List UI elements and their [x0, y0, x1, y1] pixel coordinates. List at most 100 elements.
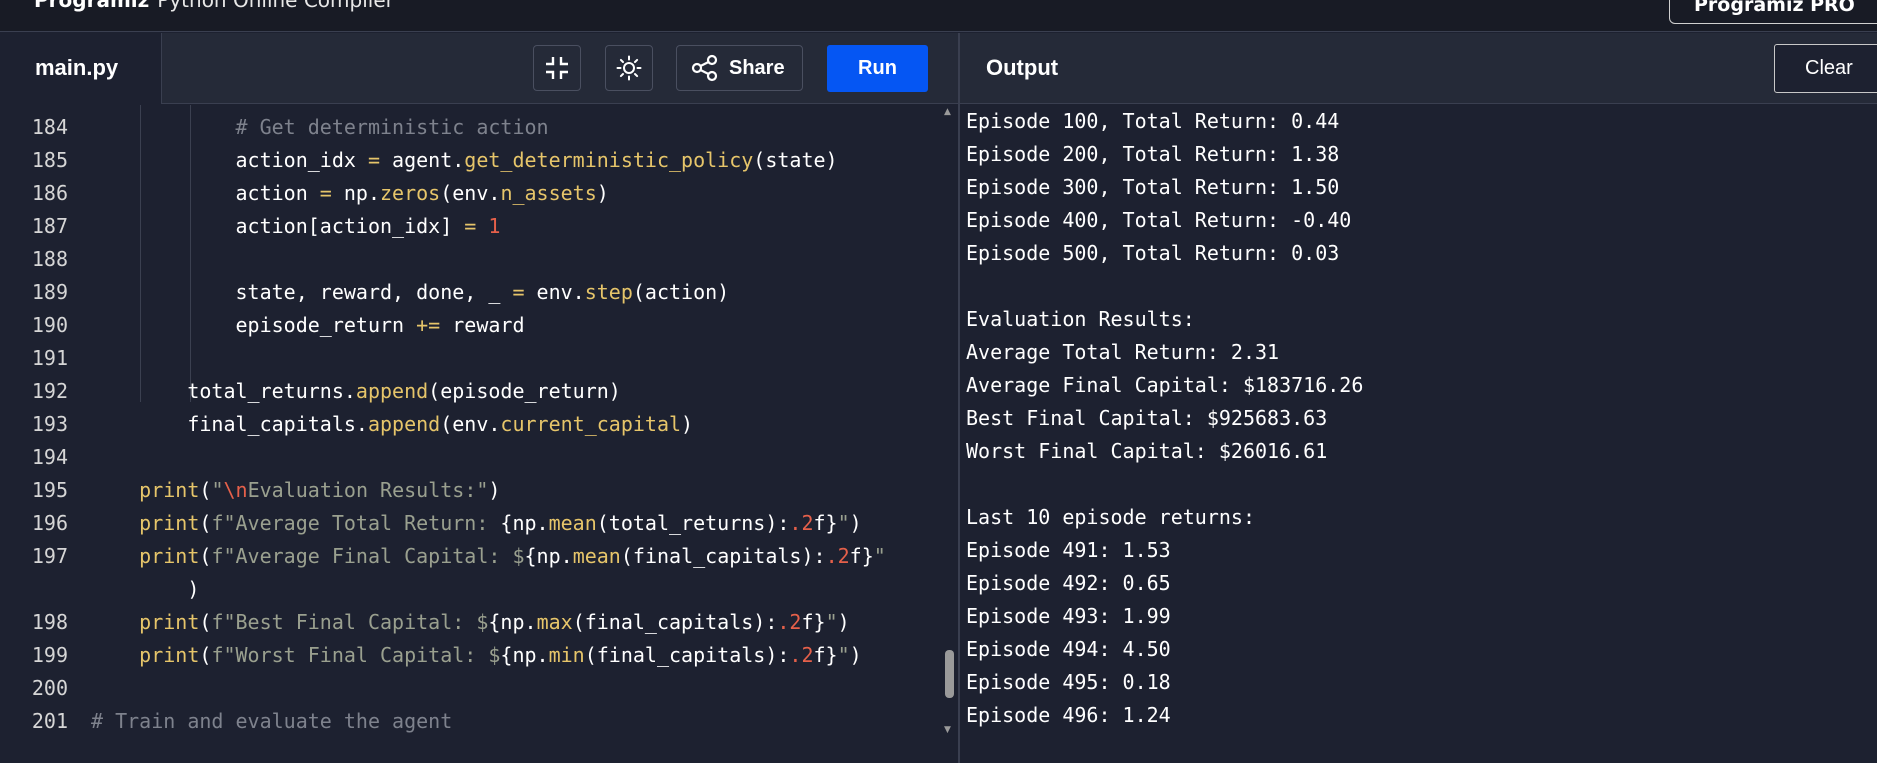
run-button[interactable]: Run — [827, 45, 928, 92]
code-text: action = np.zeros(env.n_assets) — [91, 177, 609, 210]
code-line: 193 final_capitals.append(env.current_ca… — [0, 408, 940, 441]
code-token: print — [139, 544, 200, 568]
code-token: f} — [849, 544, 874, 568]
code-token: ) — [91, 577, 200, 601]
code-token: append — [355, 379, 429, 403]
brand[interactable]: Programiz Python Online Compiler — [34, 0, 394, 12]
code-token: = — [512, 280, 525, 304]
code-token: f"Average Final Capital: $ — [211, 544, 525, 568]
brand-subtitle: Python Online Compiler — [157, 0, 394, 12]
code-token: state, reward, done, _ — [91, 280, 513, 304]
code-token: episode_return — [91, 313, 417, 337]
code-line: 196 print(f"Average Total Return: {np.me… — [0, 507, 940, 540]
line-number: 187 — [31, 214, 68, 238]
output-line: Episode 496: 1.24 — [966, 703, 1171, 727]
code-token: ( — [199, 610, 212, 634]
code-text: print(f"Worst Final Capital: ${np.min(fi… — [91, 639, 862, 672]
code-token: ) — [837, 610, 850, 634]
output-line: Episode 491: 1.53 — [966, 538, 1171, 562]
code-line: 186 action = np.zeros(env.n_assets) — [0, 177, 940, 210]
line-number: 200 — [31, 676, 68, 700]
code-token: {np. — [500, 511, 549, 535]
code-token: action_idx — [91, 148, 368, 172]
line-number: 197 — [31, 544, 68, 568]
code-token: (final_capitals): — [584, 643, 790, 667]
line-number: 195 — [31, 478, 68, 502]
line-number: 191 — [31, 346, 68, 370]
line-number: 199 — [31, 643, 68, 667]
code-token: np. — [331, 181, 380, 205]
exit-fullscreen-button[interactable] — [533, 45, 581, 91]
share-button[interactable]: Share — [676, 45, 803, 91]
code-token: mean — [548, 511, 597, 535]
theme-toggle-button[interactable] — [605, 45, 653, 91]
code-text: total_returns.append(episode_return) — [91, 375, 620, 408]
code-token: = — [367, 148, 380, 172]
code-token: ) — [849, 643, 862, 667]
editor-header: main.py Share Run — [0, 33, 958, 104]
code-token: max — [536, 610, 573, 634]
file-tab-main-py[interactable]: main.py — [0, 33, 162, 104]
code-line: 197 print(f"Average Final Capital: ${np.… — [0, 540, 940, 573]
code-token: (action) — [632, 280, 730, 304]
code-editor[interactable]: 184 # Get deterministic action 185 actio… — [0, 105, 958, 763]
scroll-down-arrow-icon[interactable]: ▼ — [944, 725, 951, 735]
code-token: += — [416, 313, 441, 337]
code-token: ( — [199, 544, 212, 568]
code-token: {np. — [500, 643, 549, 667]
code-line: 200 — [0, 672, 940, 705]
code-token: ) — [488, 478, 501, 502]
code-text: # Get deterministic action — [91, 111, 549, 144]
scroll-up-arrow-icon[interactable]: ▲ — [944, 107, 951, 117]
code-token: mean — [572, 544, 621, 568]
clear-button[interactable]: Clear — [1774, 44, 1877, 93]
code-line: 187 action[action_idx] = 1 — [0, 210, 940, 243]
line-number: 198 — [31, 610, 68, 634]
code-token: append — [367, 412, 441, 436]
line-number: 192 — [31, 379, 68, 403]
code-token: (total_returns): — [596, 511, 790, 535]
code-line: 190 episode_return += reward — [0, 309, 940, 342]
code-token: action[action_idx] — [91, 214, 465, 238]
code-token: f} — [813, 643, 838, 667]
code-token: reward — [440, 313, 525, 337]
code-line: ) — [0, 573, 940, 606]
code-text: print(f"Average Final Capital: ${np.mean… — [91, 540, 886, 573]
code-line: 191 — [0, 342, 940, 375]
line-number: 193 — [31, 412, 68, 436]
code-token: f} — [813, 511, 838, 535]
code-token: ) — [596, 181, 609, 205]
code-token: (final_capitals): — [620, 544, 826, 568]
code-text: # Train and evaluate the agent — [91, 705, 452, 738]
code-token: print — [139, 511, 200, 535]
code-token: (env. — [440, 181, 501, 205]
code-token: f} — [801, 610, 826, 634]
output-line: Average Total Return: 2.31 — [966, 340, 1280, 364]
code-token: " — [873, 544, 886, 568]
code-token: print — [139, 478, 200, 502]
programiz-pro-button[interactable]: Programiz PRO — [1669, 0, 1877, 24]
collapse-icon — [546, 57, 568, 79]
top-bar: Programiz Python Online Compiler Programi… — [0, 0, 1877, 32]
code-token: .2 — [777, 610, 802, 634]
editor-scrollbar-thumb[interactable] — [945, 650, 954, 698]
code-line: 189 state, reward, done, _ = env.step(ac… — [0, 276, 940, 309]
code-token: = — [319, 181, 332, 205]
code-line: 195 print("\nEvaluation Results:") — [0, 474, 940, 507]
code-line: 198 print(f"Best Final Capital: ${np.max… — [0, 606, 940, 639]
brand-name: Programiz — [34, 0, 150, 12]
line-number: 184 — [31, 115, 68, 139]
code-token: print — [139, 610, 200, 634]
code-text: ) — [91, 573, 199, 606]
code-text: print(f"Best Final Capital: ${np.max(fin… — [91, 606, 850, 639]
share-label: Share — [729, 56, 785, 79]
code-token: ( — [199, 511, 212, 535]
code-token: " — [837, 511, 850, 535]
output-line: Episode 300, Total Return: 1.50 — [966, 175, 1340, 199]
code-line: 201 # Train and evaluate the agent — [0, 705, 940, 738]
code-token: Evaluation Results:" — [247, 478, 489, 502]
code-token: " — [837, 643, 850, 667]
share-icon — [691, 54, 718, 82]
